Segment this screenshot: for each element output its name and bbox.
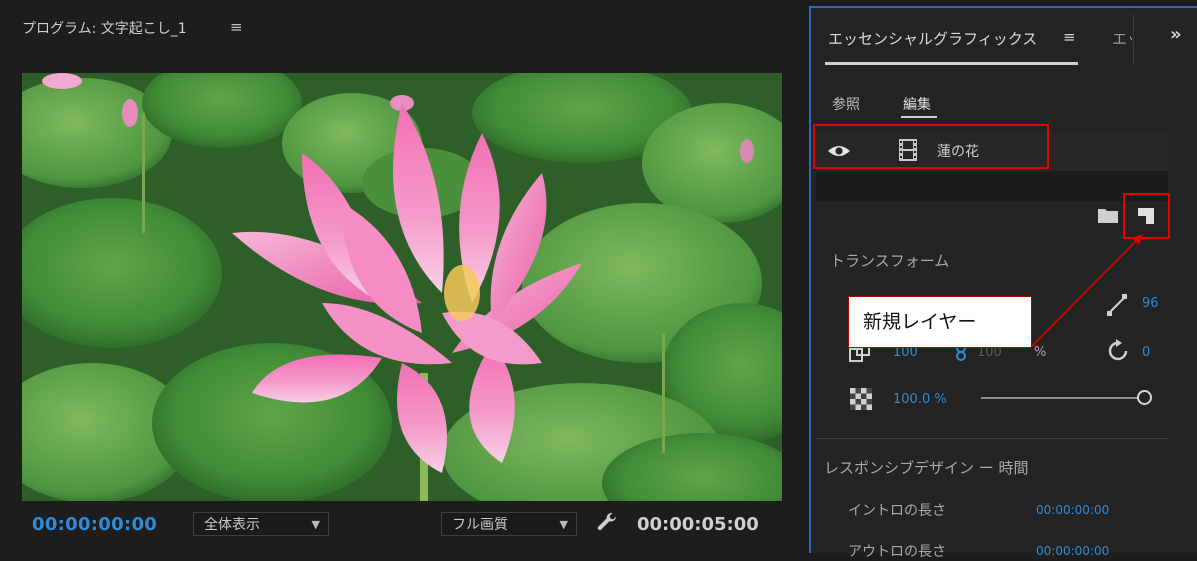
outro-duration-label: アウトロの長さ (848, 544, 946, 560)
chevron-down-icon: ▼ (311, 518, 320, 531)
program-monitor-menu-icon[interactable]: ≡ (230, 18, 243, 36)
current-timecode[interactable]: 00:00:00:00 (32, 514, 157, 535)
highlight-box-new-layer (1123, 193, 1170, 239)
video-preview[interactable] (22, 73, 782, 501)
outro-duration-value[interactable]: 00:00:00:00 (1036, 544, 1109, 558)
opacity-slider-handle[interactable] (1137, 390, 1152, 405)
section-divider (816, 438, 1168, 439)
tab-essential-graphics[interactable]: エッセンシャルグラフィックス (828, 28, 1037, 49)
position-value[interactable]: 96 (1142, 296, 1159, 311)
panel-menu-icon[interactable]: ≡ (1063, 28, 1076, 46)
intro-duration-label: イントロの長さ (848, 503, 946, 519)
active-tab-underline (825, 62, 1078, 65)
anchor-point-icon (1107, 294, 1127, 316)
tab-browse[interactable]: 参照 (832, 94, 860, 114)
chevron-down-icon: ▼ (559, 518, 568, 531)
rotation-value[interactable]: 0 (1142, 345, 1150, 360)
highlight-box-layer (813, 124, 1049, 169)
percent-label: % (1034, 345, 1047, 360)
zoom-level-value: 全体表示 (204, 517, 260, 533)
program-monitor-title[interactable]: プログラム: 文字起こし_1 (22, 18, 187, 38)
duration-timecode: 00:00:05:00 (637, 514, 759, 535)
opacity-slider-track[interactable] (981, 397, 1139, 399)
opacity-value[interactable]: 100.0 % (893, 392, 947, 407)
playback-quality-select[interactable]: フル画質 ▼ (441, 512, 577, 536)
playback-quality-value: フル画質 (452, 517, 508, 533)
tab-edit[interactable]: 編集 (903, 94, 931, 114)
rotate-icon (1108, 339, 1128, 361)
responsive-design-title: レスポンシブデザイン ー 時間 (824, 459, 1029, 477)
transform-section-title: トランスフォーム (830, 252, 950, 270)
edit-tab-underline (901, 116, 937, 118)
intro-duration-value[interactable]: 00:00:00:00 (1036, 503, 1109, 517)
folder-icon[interactable] (1097, 207, 1119, 224)
tab-secondary[interactable]: エッセンシャル (1112, 28, 1132, 49)
tab-divider (1133, 14, 1134, 64)
zoom-level-select[interactable]: 全体表示 ▼ (193, 512, 329, 536)
panel-overflow-icon[interactable]: » (1170, 24, 1182, 45)
opacity-checker-icon (850, 388, 872, 410)
wrench-icon[interactable] (595, 510, 619, 534)
callout-label-new-layer: 新規レイヤー (848, 296, 1032, 348)
